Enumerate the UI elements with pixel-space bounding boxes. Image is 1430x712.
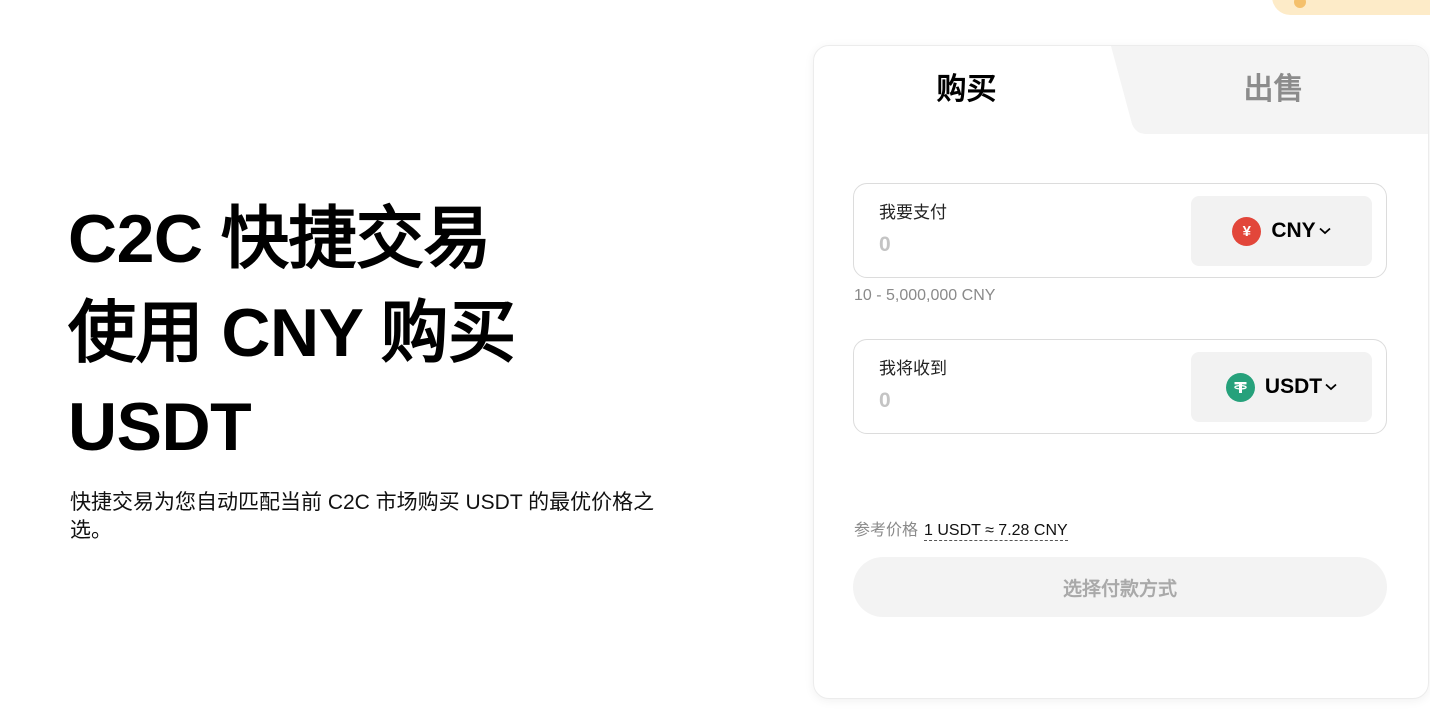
pay-range-hint: 10 - 5,000,000 CNY (854, 287, 996, 304)
pay-label: 我要支付 (879, 203, 947, 222)
tab-sell[interactable]: 出售 (1119, 46, 1428, 134)
receive-currency-select[interactable]: USDT (1191, 352, 1372, 422)
trade-tabs: 购买 出售 (814, 46, 1428, 134)
receive-field: 我将收到 USDT (853, 339, 1387, 434)
reference-price: 参考价格 1 USDT ≈ 7.28 CNY (854, 516, 1068, 541)
trade-card: 购买 出售 我要支付 ¥ CNY 10 - 5,000,000 CNY 我将收到 (813, 45, 1429, 699)
pay-currency-code: CNY (1271, 219, 1316, 242)
select-payment-method-button[interactable]: 选择付款方式 (853, 557, 1387, 617)
pay-amount-input[interactable] (879, 230, 1159, 260)
tether-icon (1225, 372, 1255, 402)
hero-description: 快捷交易为您自动匹配当前 C2C 市场购买 USDT 的最优价格之选。 (70, 491, 655, 542)
hero-title-line-3: USDT (68, 389, 252, 465)
pay-field: 我要支付 ¥ CNY (853, 183, 1387, 278)
pay-currency-select[interactable]: ¥ CNY (1191, 196, 1372, 266)
reference-price-rate[interactable]: 1 USDT ≈ 7.28 CNY (924, 522, 1068, 541)
hero-title: C2C 快捷交易 使用 CNY 购买 USDT (68, 192, 708, 474)
page: C2C 快捷交易 使用 CNY 购买 USDT 快捷交易为您自动匹配当前 C2C… (0, 0, 1430, 712)
hero-title-line-2: 使用 CNY 购买 (68, 295, 516, 371)
hero-title-line-1: C2C 快捷交易 (68, 201, 491, 277)
chevron-down-icon (1325, 383, 1337, 391)
yuan-icon: ¥ (1232, 216, 1262, 246)
receive-amount-input[interactable] (879, 386, 1159, 416)
top-right-pill-button[interactable] (1272, 0, 1430, 15)
receive-currency-code: USDT (1264, 375, 1323, 398)
receive-label: 我将收到 (879, 359, 947, 378)
chevron-down-icon (1319, 227, 1331, 235)
tab-buy[interactable]: 购买 (814, 46, 1119, 134)
reference-price-label: 参考价格 (854, 522, 919, 539)
pill-icon (1294, 0, 1306, 8)
